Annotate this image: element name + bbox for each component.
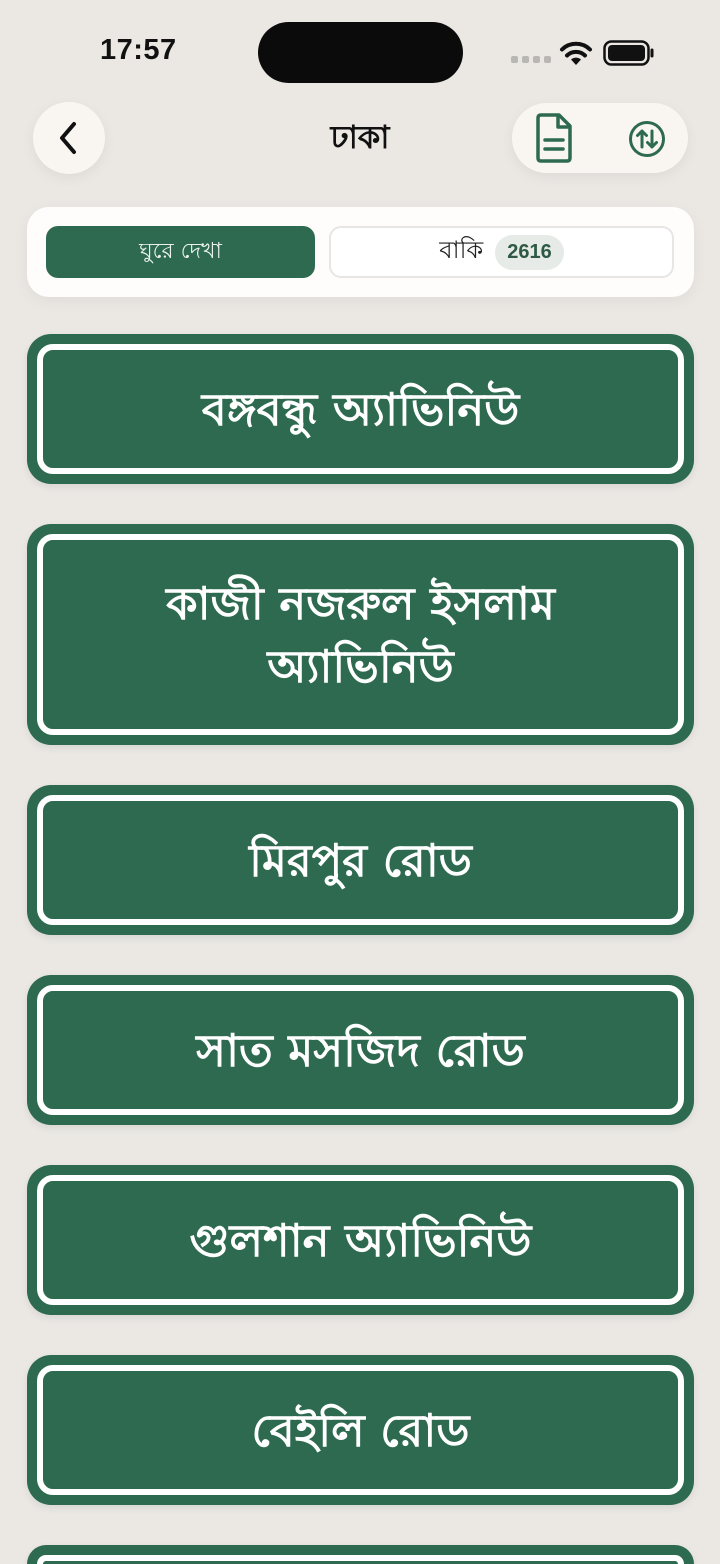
tab-explore[interactable]: ঘুরে দেখা bbox=[46, 226, 315, 278]
header-actions bbox=[512, 103, 688, 173]
tab-remaining[interactable]: বাকি 2616 bbox=[329, 226, 674, 278]
page-title: ঢাকা bbox=[330, 118, 390, 156]
tab-explore-label: ঘুরে দেখা bbox=[139, 238, 222, 264]
place-card[interactable]: সাত মসজিদ রোড bbox=[27, 975, 694, 1125]
place-card[interactable]: বেইলি রোড bbox=[27, 1355, 694, 1505]
document-icon[interactable] bbox=[534, 113, 574, 163]
status-time: 17:57 bbox=[100, 34, 177, 66]
battery-icon bbox=[603, 40, 654, 66]
place-card[interactable]: বঙ্গবন্ধু অ্যাভিনিউ bbox=[27, 334, 694, 484]
chevron-left-icon bbox=[60, 122, 76, 154]
screen: 17:57 ঢাকা ঘুরে দেখা বাকি 2616 বঙ্গবন্ধু… bbox=[0, 0, 720, 1564]
wifi-icon bbox=[560, 41, 592, 65]
tab-remaining-label: বাকি bbox=[439, 236, 484, 264]
back-button[interactable] bbox=[33, 102, 105, 174]
cellular-signal-icon bbox=[511, 56, 551, 63]
place-name: গুলশান অ্যাভিনিউ bbox=[189, 1213, 532, 1267]
place-name: সাত মসজিদ রোড bbox=[196, 1023, 525, 1077]
place-name: কাজী নজরুল ইসলাম অ্যাভিনিউ bbox=[166, 576, 555, 693]
place-card-partial[interactable] bbox=[27, 1545, 694, 1564]
place-card[interactable]: কাজী নজরুল ইসলাম অ্যাভিনিউ bbox=[27, 524, 694, 745]
place-name: মিরপুর রোড bbox=[249, 833, 472, 887]
sort-arrows-icon[interactable] bbox=[628, 120, 666, 158]
place-name: বেইলি রোড bbox=[251, 1403, 470, 1457]
dynamic-island bbox=[258, 22, 463, 83]
remaining-count-badge: 2616 bbox=[495, 234, 564, 270]
segmented-control: ঘুরে দেখা বাকি 2616 bbox=[27, 207, 694, 297]
place-card[interactable]: মিরপুর রোড bbox=[27, 785, 694, 935]
place-name: বঙ্গবন্ধু অ্যাভিনিউ bbox=[201, 382, 520, 436]
place-card[interactable]: গুলশান অ্যাভিনিউ bbox=[27, 1165, 694, 1315]
